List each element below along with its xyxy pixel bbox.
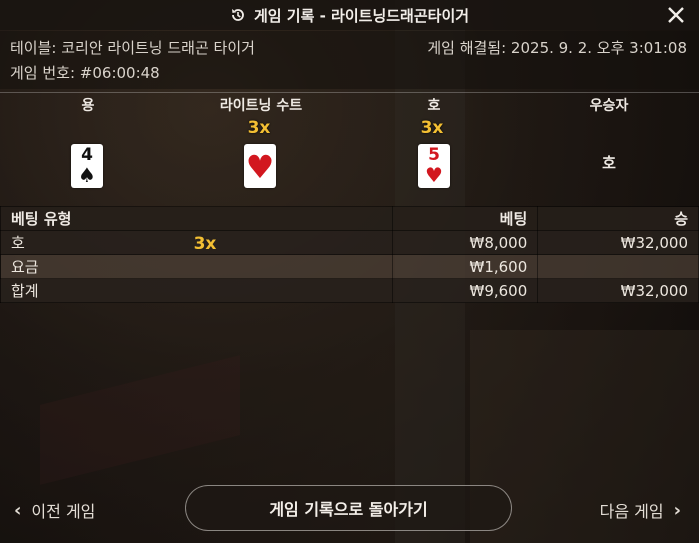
history-icon (231, 9, 244, 21)
winner-value: 호 (602, 154, 616, 172)
prev-game-label: 이전 게임 (31, 502, 96, 521)
bet-type: 합계 (0, 278, 393, 303)
result-header: 용 라이트닝 수트 호 우승자 (0, 92, 699, 115)
back-to-history-button[interactable]: 게임 기록으로 돌아가기 (185, 485, 512, 531)
table-row: 요금 ₩1,600 (0, 254, 699, 279)
tiger-card-rank: 5 (428, 145, 440, 165)
dragon-card-rank: 4 (81, 145, 93, 165)
col-bet: 베팅 (391, 206, 539, 231)
win-amount: ₩32,000 (537, 278, 699, 303)
bet-type: 요금 (0, 254, 393, 279)
lightning-multiplier: 3x (247, 118, 271, 138)
bets-header-row: 베팅 유형 베팅 승 (0, 206, 699, 231)
table-row: 호 ₩8,000 ₩32,000 (0, 230, 699, 255)
bet-row-multiplier: 3x (193, 234, 217, 254)
header-lightning-suit: 라이트닝 수트 (219, 98, 303, 114)
header-winner: 우승자 (589, 98, 629, 114)
table-label: 테이블: 코리안 라이트닝 드래곤 타이거 (10, 39, 255, 57)
win-amount (537, 254, 699, 279)
game-number: 게임 번호: #06:00:48 (10, 64, 160, 82)
header-dragon: 용 (81, 98, 95, 114)
close-icon[interactable] (665, 4, 687, 26)
tiger-card: 5 ♥ (418, 144, 450, 188)
col-win: 승 (537, 206, 699, 231)
header-tiger: 호 (427, 98, 441, 114)
next-game-button[interactable]: 다음 게임 › (600, 498, 681, 522)
tiger-multiplier: 3x (420, 118, 444, 138)
lightning-suit-card: ♥ (244, 144, 276, 188)
footer-nav: ‹ 이전 게임 게임 기록으로 돌아가기 다음 게임 › (0, 478, 699, 543)
heart-icon: ♥ (245, 148, 275, 186)
bet-amount: ₩8,000 (391, 230, 539, 255)
game-info: 테이블: 코리안 라이트닝 드래곤 타이거 게임 번호: #06:00:48 게… (0, 31, 699, 89)
bet-amount: ₩9,600 (391, 278, 539, 303)
win-amount: ₩32,000 (537, 230, 699, 255)
table-row: 합계 ₩9,600 ₩32,000 (0, 278, 699, 303)
bet-amount: ₩1,600 (391, 254, 539, 279)
chevron-right-icon: › (673, 499, 681, 521)
dragon-card: 4 ♠ (71, 144, 103, 188)
col-bet-type: 베팅 유형 (0, 206, 393, 231)
title-bar: 게임 기록 - 라이트닝드래곤타이거 (0, 0, 699, 30)
resolved-time: 게임 해결됨: 2025. 9. 2. 오후 3:01:08 (427, 39, 687, 57)
spade-icon: ♠ (78, 163, 96, 187)
bets-table: 베팅 유형 베팅 승 호 ₩8,000 ₩32,000 요금 ₩1,600 합계… (0, 206, 699, 303)
heart-icon: ♥ (425, 163, 443, 187)
next-game-label: 다음 게임 (599, 502, 664, 521)
prev-game-button[interactable]: ‹ 이전 게임 (14, 498, 95, 522)
chevron-left-icon: ‹ (14, 499, 22, 521)
window-title: 게임 기록 - 라이트닝드래곤타이거 (253, 6, 470, 25)
